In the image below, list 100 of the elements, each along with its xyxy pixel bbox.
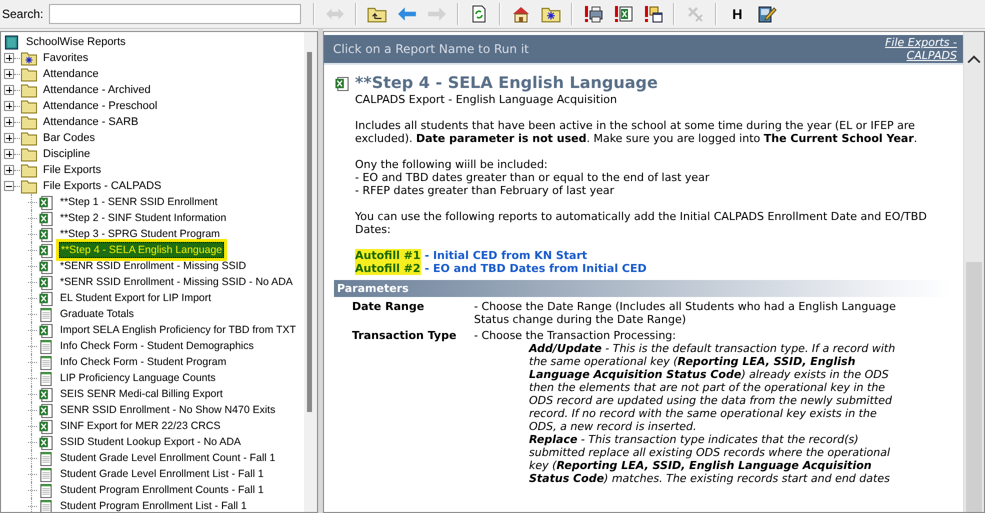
tree-folder[interactable]: Discipline	[42, 147, 92, 161]
spreadsheet-icon	[38, 194, 54, 210]
search-field[interactable]	[49, 4, 302, 24]
folder-icon	[21, 66, 37, 82]
description-paragraph: Includes all students that have been active in the school at some time during the year (EL or IFEP are excluded). Date parameter is not used. Make sure you are logged into The Current School Year.	[355, 119, 918, 145]
document-icon	[38, 370, 54, 386]
scrollbar[interactable]	[963, 32, 984, 512]
star-folder-icon	[21, 50, 37, 66]
autofill-link[interactable]: - Initial CED from KN Start	[424, 249, 588, 262]
calendar-icon[interactable]	[643, 5, 664, 23]
document-icon	[38, 466, 54, 482]
report-item[interactable]: Graduate Totals	[59, 307, 135, 321]
spreadsheet-icon	[38, 226, 54, 242]
tree-folder[interactable]: File Exports	[42, 163, 102, 177]
tree-folder[interactable]: Attendance	[42, 67, 100, 81]
tree-folder[interactable]: Attendance - Preschool	[42, 99, 158, 113]
home-icon[interactable]	[511, 5, 532, 23]
back-arrow-icon[interactable]	[397, 5, 418, 23]
document-icon	[38, 482, 54, 498]
parameter-description: - Choose the Date Range (Includes all Students who had a English Language Status change during the Date Range)	[474, 300, 897, 326]
expander-icon[interactable]	[4, 69, 14, 79]
tree-folder[interactable]: Favorites	[42, 51, 90, 65]
folder-icon	[21, 114, 37, 130]
tree-folder[interactable]: Bar Codes	[42, 131, 96, 145]
report-item[interactable]: **Step 1 - SENR SSID Enrollment	[59, 195, 219, 209]
report-item[interactable]: **Step 3 - SPRG Student Program	[59, 227, 221, 241]
report-item[interactable]: SENR SSID Enrollment - No Show N470 Exits	[59, 403, 276, 417]
folder-icon	[21, 146, 37, 162]
folder-icon	[21, 98, 37, 114]
report-item[interactable]: SSID Student Lookup Export - No ADA	[59, 435, 242, 449]
report-item[interactable]: LIP Proficiency Language Counts	[59, 371, 217, 385]
header-hint: Click on a Report Name to Run it	[333, 42, 529, 56]
heading-button[interactable]: H	[727, 5, 748, 23]
spreadsheet-icon	[38, 274, 54, 290]
star-folder-icon[interactable]	[541, 5, 562, 23]
report-item[interactable]: **Step 4 - SELA English Language	[59, 242, 224, 258]
spreadsheet-icon	[38, 290, 54, 306]
report-subtitle: CALPADS Export - English Language Acquisition	[355, 93, 618, 106]
document-icon	[38, 450, 54, 466]
expander-icon[interactable]	[4, 149, 14, 159]
tree-root[interactable]: SchoolWise Reports	[25, 35, 127, 49]
scroll-up-icon[interactable]	[967, 54, 981, 64]
tree-folder[interactable]: Attendance - SARB	[42, 115, 140, 129]
spreadsheet-icon	[334, 76, 350, 90]
report-item[interactable]: SINF Export for MER 22/23 CRCS	[59, 419, 222, 433]
report-title: **Step 4 - SELA English Language	[355, 73, 658, 93]
breadcrumb-link[interactable]: File Exports - CALPADS	[867, 36, 957, 62]
folder-icon	[21, 162, 37, 178]
printer-icon[interactable]	[583, 5, 604, 23]
autofill-label: Autofill #1	[355, 249, 421, 262]
spreadsheet-icon	[38, 434, 54, 450]
autofill-link[interactable]: - EO and TBD Dates from Initial CED	[424, 262, 647, 275]
report-item[interactable]: SEIS SENR Medi-cal Billing Export	[59, 387, 224, 401]
spreadsheet-icon[interactable]	[613, 5, 634, 23]
report-item[interactable]: Student Grade Level Enrollment List - Fall 1	[59, 467, 265, 481]
report-item[interactable]: Import SELA English Proficiency for TBD from TXT	[59, 323, 297, 337]
scrollbar[interactable]	[304, 32, 317, 512]
report-item[interactable]: Info Check Form - Student Program	[59, 355, 228, 369]
search-label: Search:	[2, 7, 44, 21]
criteria-line: - EO and TBD dates greater than or equal to the end of last year	[355, 171, 710, 184]
folder-up-icon[interactable]	[367, 5, 388, 23]
spreadsheet-icon	[38, 210, 54, 226]
document-icon	[38, 338, 54, 354]
option-description: Replace - This transaction type indicates that the record(s) submitted replace all existing ODS records where the operational key (Reporting LEA, SSID, English Language Acquisition Status Code) matches. The existing records start and end dates	[528, 433, 892, 485]
autofill-paragraph: You can use the following reports to automatically add the Initial CALPADS Enrollment Date and EO/TBD Dates:	[355, 210, 928, 236]
autofill-label: Autofill #2	[355, 262, 421, 275]
expander-icon[interactable]	[4, 53, 14, 63]
criteria-line: Ony the following wiill be included:	[355, 158, 549, 171]
report-item[interactable]: **Step 2 - SINF Student Information	[59, 211, 228, 225]
parameter-name: Transaction Type	[352, 329, 458, 344]
expander-icon[interactable]	[4, 101, 14, 111]
report-item[interactable]: *SENR SSID Enrollment - Missing SSID - No ADA	[59, 275, 294, 289]
reports-book-icon	[4, 34, 20, 50]
expander-icon[interactable]	[4, 165, 14, 175]
spreadsheet-icon	[38, 258, 54, 274]
option-description: Add/Update - This is the default transaction type. If a record with the same operational key (Reporting LEA, SSID, English Language Acquisition Status Code) already exists in the ODS then the elements that are not part of the operational key in the ODS record are updated using the data from the newly submitted record. If no record with the same operational key exists in the ODS, a new record is inserted.	[528, 342, 896, 433]
parameter-description: - Choose the Transaction Processing:	[474, 329, 677, 342]
expander-icon[interactable]	[4, 181, 14, 191]
report-item[interactable]: Info Check Form - Student Demographics	[59, 339, 255, 353]
spreadsheet-icon	[38, 418, 54, 434]
tree-folder[interactable]: Attendance - Archived	[42, 83, 152, 97]
spreadsheet-icon	[38, 402, 54, 418]
report-item[interactable]: EL Student Export for LIP Import	[59, 291, 212, 305]
report-item[interactable]: Student Program Enrollment List - Fall 1	[59, 499, 248, 512]
report-item[interactable]: Student Program Enrollment Counts - Fall 1	[59, 483, 265, 497]
expander-icon[interactable]	[4, 117, 14, 127]
document-icon	[38, 306, 54, 322]
report-item[interactable]: *SENR SSID Enrollment - Missing SSID	[59, 259, 248, 273]
criteria-line: - RFEP dates greater than February of last year	[355, 184, 616, 197]
notebook-pencil-icon[interactable]	[757, 5, 778, 23]
folder-icon	[21, 82, 37, 98]
expander-icon[interactable]	[4, 133, 14, 143]
folder-icon	[21, 178, 37, 194]
parameter-name: Date Range	[352, 300, 426, 315]
document-icon	[38, 354, 54, 370]
folder-icon	[21, 130, 37, 146]
tree-folder[interactable]: File Exports - CALPADS	[42, 179, 162, 193]
expander-icon[interactable]	[4, 85, 14, 95]
report-item[interactable]: Student Grade Level Enrollment Count - Fall 1	[59, 451, 276, 465]
spreadsheet-icon	[38, 322, 54, 338]
